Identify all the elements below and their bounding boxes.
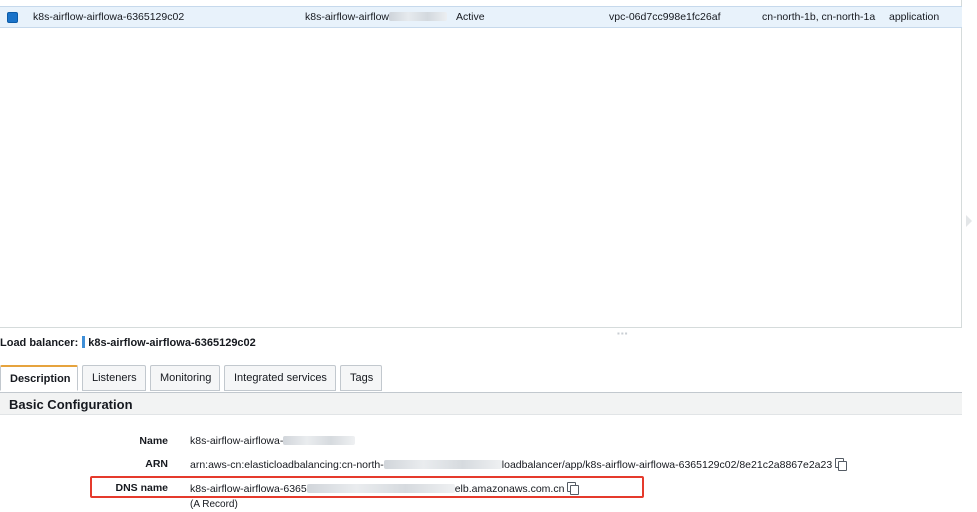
- cell-state: Active: [456, 11, 485, 23]
- tab-monitoring[interactable]: Monitoring: [150, 365, 220, 391]
- dns-record-note: (A Record): [190, 499, 238, 510]
- highlight-box: [90, 476, 644, 498]
- elb-console: k8s-airflow-airflowa-6365129c02 k8s-airf…: [0, 0, 977, 512]
- arn-value: arn:aws-cn:elasticloadbalancing:cn-north…: [190, 458, 848, 471]
- cell-dns-text: k8s-airflow-airflow: [305, 11, 390, 23]
- cell-vpc: vpc-06d7cc998e1fc26af: [609, 11, 721, 23]
- detail-header: Load balancer: k8s-airflow-airflowa-63651…: [0, 336, 256, 350]
- cell-azs: cn-north-1b, cn-north-1a: [762, 11, 876, 23]
- name-value: k8s-airflow-airflowa-: [190, 435, 356, 447]
- name-label: Name: [139, 435, 168, 447]
- expand-arrow-icon[interactable]: [966, 215, 972, 227]
- redacted-text: [283, 436, 356, 445]
- redacted-text: [389, 12, 448, 21]
- copy-icon[interactable]: [835, 458, 848, 471]
- detail-header-label: Load balancer:: [0, 337, 79, 349]
- arn-prefix: arn:aws-cn:elasticloadbalancing:cn-north…: [190, 459, 384, 471]
- header-accent-bar: [82, 336, 86, 348]
- tab-integrated-services[interactable]: Integrated services: [224, 365, 336, 391]
- load-balancer-table: k8s-airflow-airflowa-6365129c02 k8s-airf…: [0, 0, 962, 328]
- arn-suffix: loadbalancer/app/k8s-airflow-airflowa-63…: [501, 459, 833, 471]
- cell-name: k8s-airflow-airflowa-6365129c02: [33, 11, 185, 23]
- panel-splitter[interactable]: [0, 327, 962, 328]
- arn-label: ARN: [145, 458, 168, 470]
- table-row[interactable]: k8s-airflow-airflowa-6365129c02 k8s-airf…: [0, 6, 962, 28]
- detail-tabs: Description Listeners Monitoring Integra…: [0, 365, 962, 393]
- name-value-text: k8s-airflow-airflowa-: [190, 435, 284, 447]
- section-title: Basic Configuration: [0, 393, 962, 415]
- tab-tags[interactable]: Tags: [340, 365, 382, 391]
- checkbox-checked-icon[interactable]: [7, 12, 18, 23]
- splitter-grip-icon[interactable]: ▪▪▪: [617, 329, 629, 338]
- tab-description[interactable]: Description: [0, 365, 78, 391]
- cell-type: application: [889, 11, 940, 23]
- cell-dns: k8s-airflow-airflow: [305, 11, 448, 23]
- tab-listeners[interactable]: Listeners: [82, 365, 146, 391]
- redacted-text: [383, 460, 502, 469]
- detail-header-value: k8s-airflow-airflowa-6365129c02: [88, 337, 256, 349]
